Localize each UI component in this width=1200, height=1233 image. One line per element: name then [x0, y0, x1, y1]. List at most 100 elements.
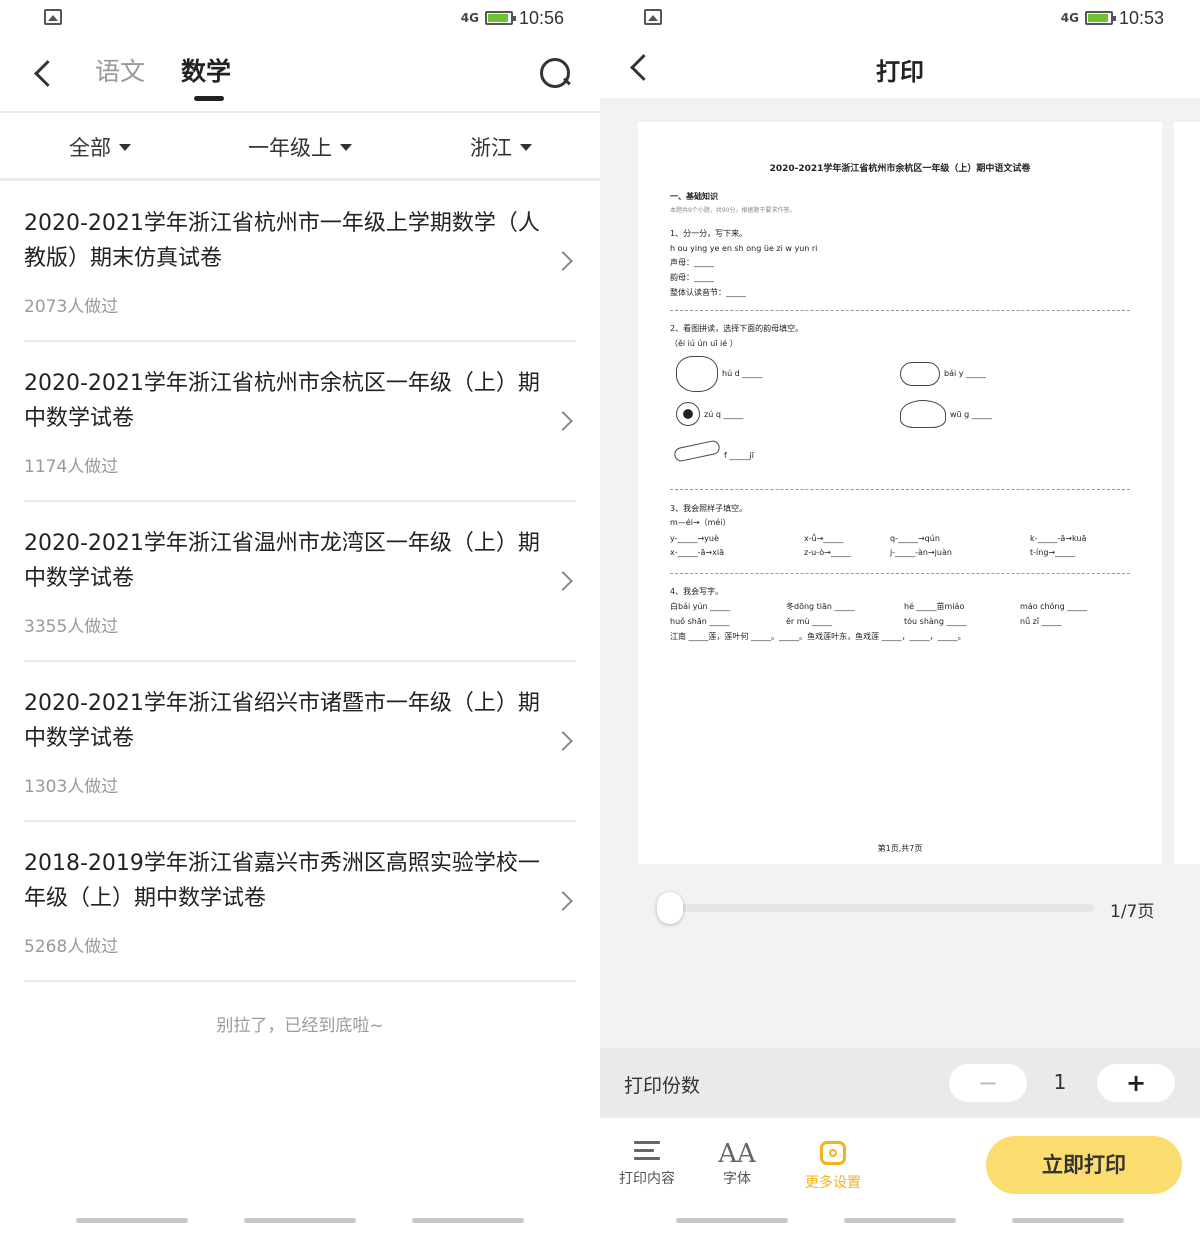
filter-grade-label: 一年级上: [248, 136, 332, 160]
item-title: 2020-2021学年浙江省杭州市余杭区一年级（上）期中数学试卷: [24, 371, 540, 431]
doc-q4-cell: ěr mù _____: [786, 617, 833, 626]
page-title: 打印: [876, 58, 924, 86]
filter-region-label: 浙江: [470, 136, 512, 160]
next-page-preview[interactable]: [1174, 122, 1200, 864]
print-now-button[interactable]: 立即打印: [986, 1136, 1182, 1194]
filter-grade[interactable]: 一年级上: [248, 132, 352, 162]
item-title: 2018-2019学年浙江省嘉兴市秀洲区高照实验学校一年级（上）期中数学试卷: [24, 851, 540, 911]
butterfly-icon: [676, 356, 718, 392]
doc-q4-cell: nǚ zǐ _____: [1020, 617, 1062, 626]
status-indicators: 4G 10:53: [1061, 6, 1164, 30]
nav-bar-handle[interactable]: [676, 1218, 788, 1223]
bottom-toolbar: 打印内容 AA 字体 更多设置 立即打印: [600, 1118, 1200, 1233]
caret-down-icon: [340, 143, 352, 151]
copies-row: 打印份数 − 1 +: [600, 1048, 1200, 1118]
page-slider-thumb[interactable]: [657, 892, 683, 924]
status-time: 10:56: [518, 7, 564, 28]
doc-q2-options: （ěi iú ún uī ié ）: [670, 339, 738, 348]
gallery-notification-icon: [644, 9, 662, 25]
tab-chinese[interactable]: 语文: [95, 52, 145, 88]
doc-q4-cell: máo chóng _____: [1020, 602, 1088, 611]
nav-bar-handle[interactable]: [412, 1218, 524, 1223]
doc-q2: 2、看图拼读，选择下面的韵母填空。: [670, 324, 804, 333]
caret-down-icon: [520, 143, 532, 151]
exam-list: 2020-2021学年浙江省杭州市一年级上学期数学（人教版）期末仿真试卷 207…: [0, 182, 600, 982]
nav-bar-handle[interactable]: [76, 1218, 188, 1223]
tool-font[interactable]: AA 字体: [692, 1140, 782, 1188]
airplane-icon: [673, 439, 721, 463]
battery-icon: [484, 11, 516, 25]
doc-q4-line: 江南 _____莲，莲叶何 _____。_____。鱼戏莲叶东，鱼戏莲 ____…: [670, 632, 966, 641]
filter-all[interactable]: 全部: [69, 132, 131, 162]
doc-q1-b: 韵母：_____: [670, 273, 714, 282]
list-item[interactable]: 2020-2021学年浙江省杭州市一年级上学期数学（人教版）期末仿真试卷 207…: [24, 182, 576, 342]
back-arrow-icon[interactable]: [26, 52, 66, 92]
doc-q4-cell: tóu shàng _____: [904, 617, 967, 626]
filter-all-label: 全部: [69, 136, 111, 160]
doc-q3-example: m—éi→（méi）: [670, 518, 731, 527]
doc-q1-c: 整体认读音节：_____: [670, 288, 746, 297]
list-item[interactable]: 2020-2021学年浙江省绍兴市诸暨市一年级（上）期中数学试卷 1303人做过: [24, 662, 576, 822]
document-preview[interactable]: 2020-2021学年浙江省杭州市余杭区一年级（上）期中语文试卷 一、基础知识 …: [638, 122, 1162, 864]
doc-q1: 1、分一分，写下来。: [670, 229, 748, 238]
nav-bar-handle[interactable]: [244, 1218, 356, 1223]
chevron-right-icon: [553, 411, 573, 431]
list-item[interactable]: 2020-2021学年浙江省温州市龙湾区一年级（上）期中数学试卷 3355人做过: [24, 502, 576, 662]
tab-math[interactable]: 数学: [181, 52, 231, 88]
tool-more-settings[interactable]: 更多设置: [788, 1140, 878, 1192]
doc-section: 一、基础知识: [670, 192, 718, 201]
chevron-right-icon: [553, 731, 573, 751]
print-screen: 4G 10:53 打印 2020-2021学年浙江省杭州市余杭区一年级（上）期中…: [600, 0, 1200, 1233]
chevron-right-icon: [553, 251, 573, 271]
item-count: 5268人做过: [24, 937, 119, 957]
caret-down-icon: [119, 143, 131, 151]
item-title: 2020-2021学年浙江省绍兴市诸暨市一年级（上）期中数学试卷: [24, 691, 540, 751]
tool-print-content[interactable]: 打印内容: [602, 1140, 692, 1188]
doc-divider: [670, 573, 1130, 574]
doc-divider: [670, 489, 1130, 490]
document-page: 2020-2021学年浙江省杭州市余杭区一年级（上）期中语文试卷 一、基础知识 …: [638, 122, 1162, 864]
item-count: 3355人做过: [24, 617, 119, 637]
doc-q1-line: h ou ying ye en sh ong üe zi w yun ri: [670, 244, 818, 253]
decrease-copies-button[interactable]: −: [949, 1064, 1027, 1102]
tool-label: 更多设置: [805, 1175, 861, 1191]
page-indicator: 1/7页: [1110, 902, 1155, 922]
tool-label: 打印内容: [619, 1171, 675, 1187]
doc-q4-cell: 白bái yún _____: [670, 602, 731, 611]
filter-region[interactable]: 浙江: [470, 132, 532, 162]
status-time: 10:53: [1118, 7, 1164, 28]
wifi-signal-icon: 4G: [1060, 11, 1079, 25]
font-icon: AA: [718, 1139, 756, 1169]
status-bar: 4G 10:56: [0, 0, 600, 36]
doc-q3-cell: y-_____→yuè: [670, 534, 719, 543]
print-header: 4G 10:53 打印: [600, 0, 1200, 98]
list-item[interactable]: 2018-2019学年浙江省嘉兴市秀洲区高照实验学校一年级（上）期中数学试卷 5…: [24, 822, 576, 982]
item-count: 1303人做过: [24, 777, 119, 797]
doc-q2-c: zú q _____: [704, 410, 744, 419]
soccer-ball-icon: [676, 402, 700, 426]
exam-list-screen: 4G 10:56 语文 数学 全部 一年级上 浙江 2020-2021学年浙江省…: [0, 0, 600, 1233]
increase-copies-button[interactable]: +: [1097, 1064, 1175, 1102]
doc-q2-b: bái y _____: [944, 369, 987, 378]
end-of-list-text: 别拉了，已经到底啦~: [216, 1016, 384, 1036]
doc-q3: 3、我会照样子填空。: [670, 504, 748, 513]
doc-q1-a: 声母：_____: [670, 258, 714, 267]
doc-footer: 第1页,共7页: [877, 844, 923, 853]
nav-bar-handle[interactable]: [1012, 1218, 1124, 1223]
item-title: 2020-2021学年浙江省温州市龙湾区一年级（上）期中数学试卷: [24, 531, 540, 591]
chevron-right-icon: [553, 891, 573, 911]
doc-q3-cell: j-_____-àn→juàn: [890, 548, 952, 557]
list-item[interactable]: 2020-2021学年浙江省杭州市余杭区一年级（上）期中数学试卷 1174人做过: [24, 342, 576, 502]
tool-label: 字体: [723, 1171, 751, 1187]
nav-bar-handle[interactable]: [844, 1218, 956, 1223]
doc-q4-cell: hé _____苗miáo: [904, 602, 965, 611]
search-icon[interactable]: [536, 54, 572, 90]
cloud-icon: [900, 362, 940, 386]
doc-section-note: 本题共9个小题，共90分。根据题干要求作答。: [670, 207, 796, 214]
item-count: 2073人做过: [24, 297, 119, 317]
page-slider-track[interactable]: [668, 904, 1094, 912]
doc-q3-cell: z-u-ò→_____: [804, 548, 851, 557]
doc-q2-e: f _____jī: [724, 451, 754, 460]
turtle-icon: [900, 400, 946, 428]
filter-divider: [0, 178, 600, 181]
